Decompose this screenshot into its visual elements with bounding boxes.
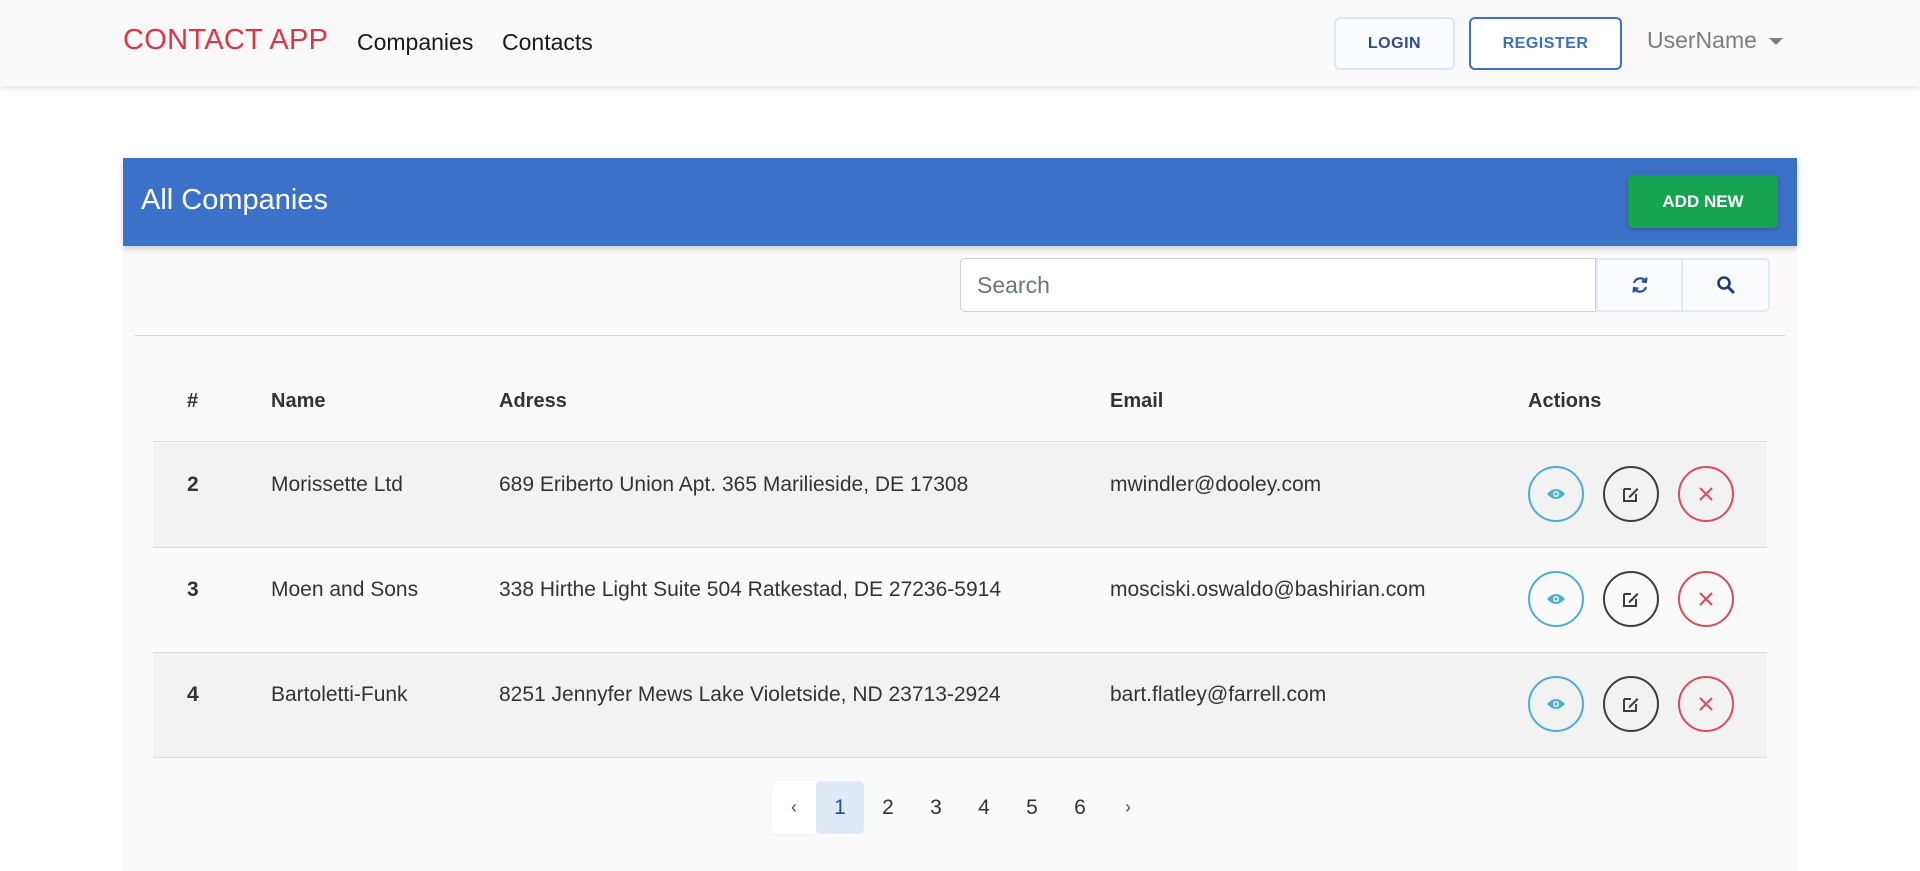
cell-number: 2: [187, 473, 199, 496]
edit-icon: [1623, 593, 1639, 607]
close-icon: [1699, 487, 1713, 501]
delete-button[interactable]: [1678, 676, 1734, 732]
eye-icon: [1547, 699, 1565, 709]
user-name: UserName: [1647, 27, 1757, 53]
edit-icon: [1623, 488, 1639, 502]
close-icon: [1699, 697, 1713, 711]
search-icon: [1716, 276, 1734, 294]
search-input[interactable]: [960, 258, 1596, 312]
cell-email: mwindler@dooley.com: [1110, 473, 1322, 496]
header-address: Adress: [499, 390, 567, 412]
pagination-page-1[interactable]: 1: [816, 781, 864, 834]
table-row: 3 Moen and Sons 338 Hirthe Light Suite 5…: [153, 548, 1767, 653]
header-name: Name: [271, 390, 326, 412]
refresh-icon: [1631, 277, 1648, 293]
cell-number: 3: [187, 578, 199, 601]
brand-logo[interactable]: CONTACT APP: [123, 24, 328, 57]
pagination-page-6[interactable]: 6: [1056, 781, 1104, 834]
delete-button[interactable]: [1678, 466, 1734, 522]
card-header: All Companies ADD NEW: [123, 158, 1797, 246]
pagination-page-3[interactable]: 3: [912, 781, 960, 834]
cell-name: Morissette Ltd: [271, 473, 403, 496]
register-button[interactable]: REGISTER: [1469, 17, 1622, 70]
search-group: [960, 258, 1770, 312]
close-icon: [1699, 592, 1713, 606]
cell-number: 4: [187, 683, 199, 706]
pagination-prev[interactable]: ‹: [772, 781, 816, 834]
eye-icon: [1547, 489, 1565, 499]
cell-address: 338 Hirthe Light Suite 504 Ratkestad, DE…: [499, 578, 1002, 601]
view-button[interactable]: [1528, 466, 1584, 522]
delete-button[interactable]: [1678, 571, 1734, 627]
cell-name: Bartoletti-Funk: [271, 683, 408, 706]
eye-icon: [1547, 594, 1565, 604]
view-button[interactable]: [1528, 571, 1584, 627]
view-button[interactable]: [1528, 676, 1584, 732]
header-number: #: [187, 390, 199, 412]
navbar: CONTACT APP Companies Contacts LOGIN REG…: [0, 0, 1920, 86]
table-header: # Name Adress Email Actions: [153, 374, 1767, 442]
edit-button[interactable]: [1603, 676, 1659, 732]
header-actions: Actions: [1528, 390, 1602, 412]
table-row: 2 Morissette Ltd 689 Eriberto Union Apt.…: [153, 443, 1767, 548]
cell-name: Moen and Sons: [271, 578, 419, 601]
divider: [135, 335, 1785, 336]
header-email: Email: [1110, 390, 1164, 412]
pagination-page-2[interactable]: 2: [864, 781, 912, 834]
caret-down-icon: [1768, 38, 1783, 45]
table-row: 4 Bartoletti-Funk 8251 Jennyfer Mews Lak…: [153, 653, 1767, 758]
pagination-page-4[interactable]: 4: [960, 781, 1008, 834]
user-dropdown[interactable]: UserName: [1647, 27, 1783, 54]
edit-icon: [1623, 698, 1639, 712]
refresh-button[interactable]: [1596, 258, 1683, 312]
pagination-next[interactable]: ›: [1104, 781, 1152, 834]
pagination: ‹ 1 2 3 4 5 6 ›: [772, 781, 1152, 834]
nav-link-contacts[interactable]: Contacts: [502, 29, 593, 56]
add-new-button[interactable]: ADD NEW: [1628, 175, 1778, 228]
edit-button[interactable]: [1603, 571, 1659, 627]
nav-link-companies[interactable]: Companies: [357, 29, 473, 56]
search-button[interactable]: [1683, 258, 1770, 312]
pagination-page-5[interactable]: 5: [1008, 781, 1056, 834]
cell-address: 689 Eriberto Union Apt. 365 Marilieside,…: [499, 473, 969, 496]
cell-address: 8251 Jennyfer Mews Lake Violetside, ND 2…: [499, 683, 1001, 706]
cell-email: mosciski.oswaldo@bashirian.com: [1110, 578, 1426, 601]
cell-email: bart.flatley@farrell.com: [1110, 683, 1327, 706]
edit-button[interactable]: [1603, 466, 1659, 522]
page-title: All Companies: [141, 184, 328, 216]
login-button[interactable]: LOGIN: [1334, 17, 1455, 70]
